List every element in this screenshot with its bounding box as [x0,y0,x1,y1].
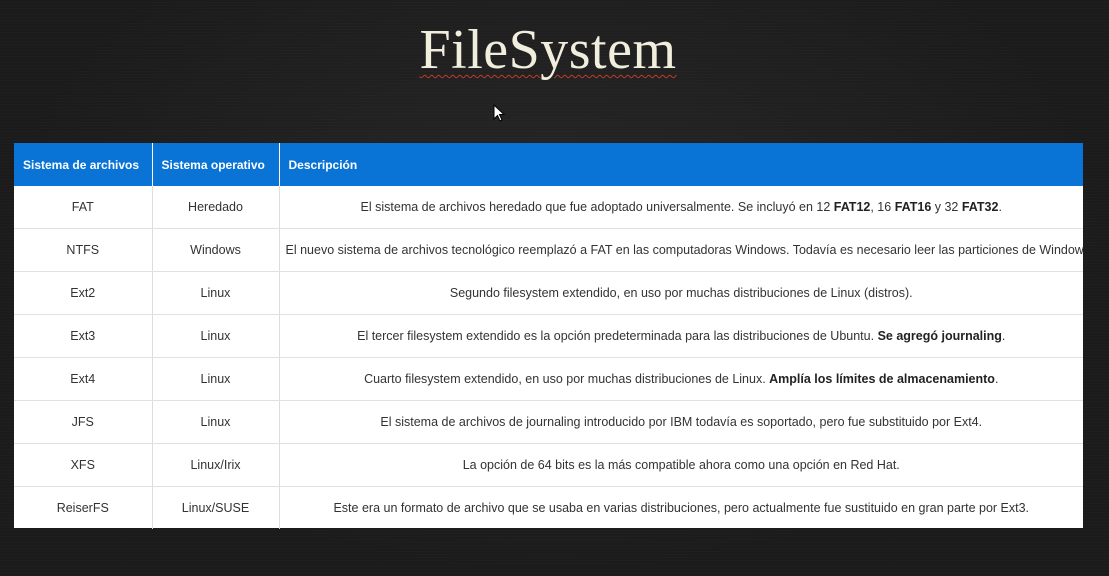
table-row: Ext3 Linux El tercer filesystem extendido … [14,314,1083,358]
cell-description: El sistema de archivos heredado que fue … [279,186,1083,229]
description-text: Cuarto filesystem extendido, en uso por … [364,372,770,386]
description-text: , 16 [870,200,895,214]
description-text: El tercer filesystem extendido es la opc… [357,329,878,343]
cell-filesystem: JFS [14,400,153,444]
description-bold-text: FAT32 [961,200,999,214]
cell-filesystem: FAT [14,186,153,229]
cell-operating-system: Windows [152,228,280,272]
description-bold-text: FAT16 [894,200,932,214]
page-title-text: FileSystem [419,19,677,81]
filesystem-table: Sistema de archivos Sistema operativo De… [14,143,1084,530]
cell-filesystem: Ext2 [14,271,153,315]
description-bold-text: Amplía los límites de almacenamiento [769,372,995,386]
description-text: . [994,372,999,386]
mouse-cursor-icon [493,104,505,122]
table-row: FAT Heredado El sistema de archivos hereda… [14,186,1083,229]
cell-operating-system: Linux/Irix [152,443,280,487]
cell-description: Segundo filesystem extendido, en uso por… [279,271,1083,315]
cell-filesystem: ReiserFS [14,486,153,529]
cell-operating-system: Linux [152,271,280,315]
table-row: JFS Linux El sistema de archivos de journa… [14,400,1083,444]
description-bold-text: FAT12 [833,200,871,214]
description-text: Segundo filesystem extendido, en uso por… [449,286,913,300]
description-text: y 32 [931,200,962,214]
cell-operating-system: Linux/SUSE [152,486,280,529]
cell-operating-system: Linux [152,314,280,358]
cell-filesystem: Ext4 [14,357,153,401]
cell-filesystem: XFS [14,443,153,487]
cell-description: El sistema de archivos de journaling int… [279,400,1083,444]
description-bold-text: Se agregó journaling [877,329,1002,343]
description-text: Este era un formato de archivo que se us… [333,501,1030,515]
cell-description: El tercer filesystem extendido es la opc… [279,314,1083,358]
header-sistema-operativo: Sistema operativo [152,143,280,186]
table-header-row: Sistema de archivos Sistema operativo De… [14,143,1083,186]
description-text: El sistema de archivos de journaling int… [380,415,983,429]
table-row: ReiserFS Linux/SUSE Este era un formato de… [14,486,1083,530]
cell-description: Este era un formato de archivo que se us… [279,487,1083,530]
table-row: Ext4 Linux Cuarto filesystem extendido, en… [14,357,1083,401]
description-text: El sistema de archivos heredado que fue … [360,200,834,214]
table-row: Ext2 Linux Segundo filesystem extendido, e… [14,271,1083,315]
header-sistema-de-archivos: Sistema de archivos [14,143,153,186]
cell-description: Cuarto filesystem extendido, en uso por … [279,357,1083,401]
description-text: El nuevo sistema de archivos tecnológico… [285,243,1084,257]
cell-filesystem: NTFS [14,228,153,272]
description-text: . [998,200,1002,214]
table-row: NTFS Windows El nuevo sistema de archivos … [14,228,1084,272]
cell-operating-system: Linux [152,357,280,401]
header-descripcion: Descripción [279,143,1083,186]
cell-operating-system: Linux [152,400,280,444]
description-text: . [1001,329,1006,343]
cell-operating-system: Heredado [152,186,280,229]
cell-description: El nuevo sistema de archivos tecnológico… [279,228,1084,272]
cell-description: La opción de 64 bits es la más compatibl… [279,443,1083,487]
cell-filesystem: Ext3 [14,314,153,358]
table-row: XFS Linux/Irix La opción de 64 bits es la … [14,443,1083,487]
description-text: La opción de 64 bits es la más compatibl… [462,458,900,472]
page-title: FileSystem [0,18,1096,82]
